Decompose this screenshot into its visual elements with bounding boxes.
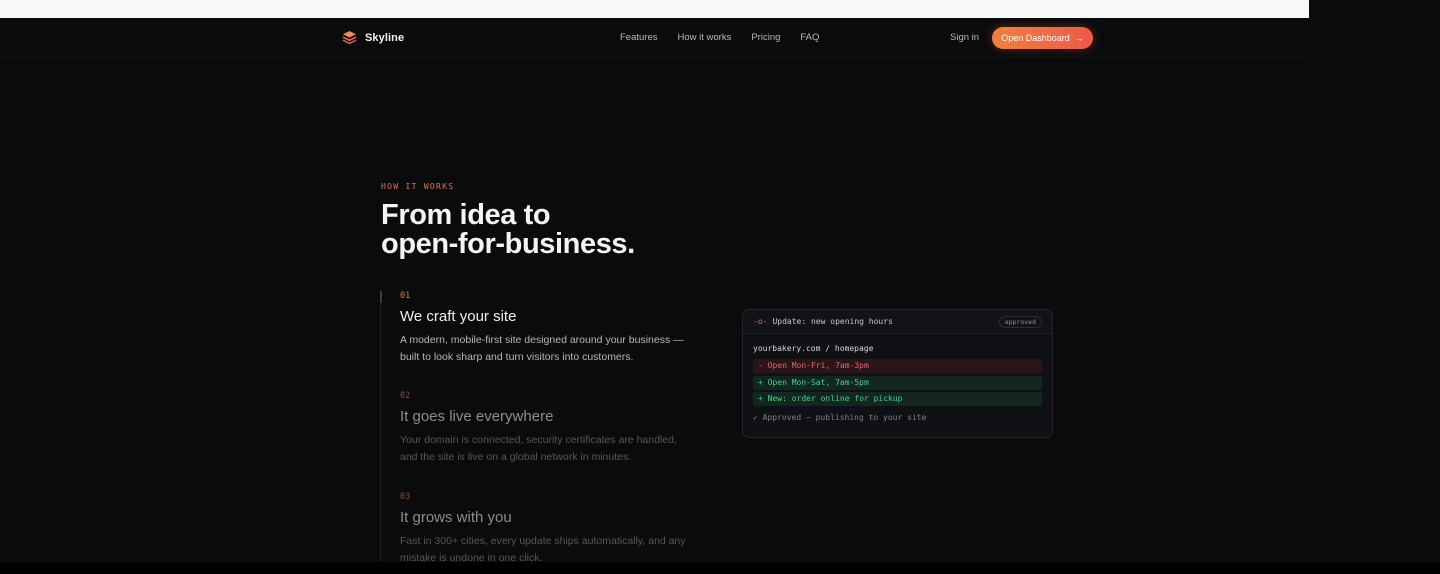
sign-in-link[interactable]: Sign in [950, 32, 979, 43]
step-number: 01 [400, 291, 411, 301]
commit-icon: -o- [753, 317, 768, 326]
nav-links: Features How it works Pricing FAQ [620, 32, 819, 43]
page-title: From idea to open-for-business. [381, 201, 781, 259]
step-description: A modern, mobile-first site designed aro… [400, 334, 684, 363]
brand[interactable]: Skyline [342, 30, 404, 45]
headline-line-1: From idea to [381, 199, 551, 231]
diff-line-added: + New: order online for pickup [753, 392, 1042, 406]
step-number: 02 [400, 391, 411, 401]
step-description: Your domain is connected, security certi… [400, 434, 677, 463]
card-body: yourbakery.com / homepage - Open Mon-Fri… [743, 334, 1052, 422]
page-viewport: Skyline Features How it works Pricing FA… [0, 18, 1309, 562]
card-title: Update: new opening hours [772, 317, 893, 326]
diff-line-removed: - Open Mon-Fri, 7am-3pm [753, 359, 1042, 373]
approval-status: ✓ Approved — publishing to your site [753, 413, 927, 422]
section-eyebrow: HOW IT WORKS [381, 182, 455, 191]
nav-link-features[interactable]: Features [620, 32, 658, 43]
bottom-gutter [0, 562, 1440, 574]
step-2[interactable]: 02 It goes live everywhere Your domain i… [400, 391, 690, 465]
status-badge: approved [998, 315, 1042, 328]
open-dashboard-button[interactable]: Open Dashboard → [992, 27, 1093, 49]
step-3[interactable]: 03 It grows with you Fast in 300+ cities… [400, 492, 690, 562]
right-gutter [1309, 0, 1440, 574]
diff-line-added: + Open Mon-Sat, 7am-5pm [753, 375, 1042, 390]
brand-name: Skyline [365, 31, 405, 44]
browser-top-strip [0, 0, 1309, 18]
step-description: Fast in 300+ cities, every update ships … [400, 535, 686, 562]
step-number: 03 [400, 492, 411, 502]
step-title: It grows with you [400, 509, 512, 526]
arrow-right-icon: → [1074, 32, 1084, 43]
nav-link-pricing[interactable]: Pricing [751, 32, 780, 43]
step-1[interactable]: 01 We craft your site A modern, mobile-f… [400, 291, 690, 365]
step-title: It goes live everywhere [400, 408, 554, 425]
headline-line-2: open-for-business. [381, 228, 635, 260]
nav-link-faq[interactable]: FAQ [800, 32, 819, 43]
update-preview-card: -o- Update: new opening hours approved y… [742, 309, 1053, 438]
timeline-line [380, 291, 381, 562]
top-nav: Skyline Features How it works Pricing FA… [0, 18, 1309, 58]
step-title: We craft your site [400, 308, 517, 325]
page-path: yourbakery.com / homepage [753, 344, 874, 353]
open-dashboard-label: Open Dashboard [1001, 33, 1070, 43]
timeline-active-marker [380, 291, 382, 303]
nav-link-how-it-works[interactable]: How it works [678, 32, 732, 43]
card-header: -o- Update: new opening hours approved [743, 310, 1052, 334]
layers-logo-icon [342, 30, 357, 45]
